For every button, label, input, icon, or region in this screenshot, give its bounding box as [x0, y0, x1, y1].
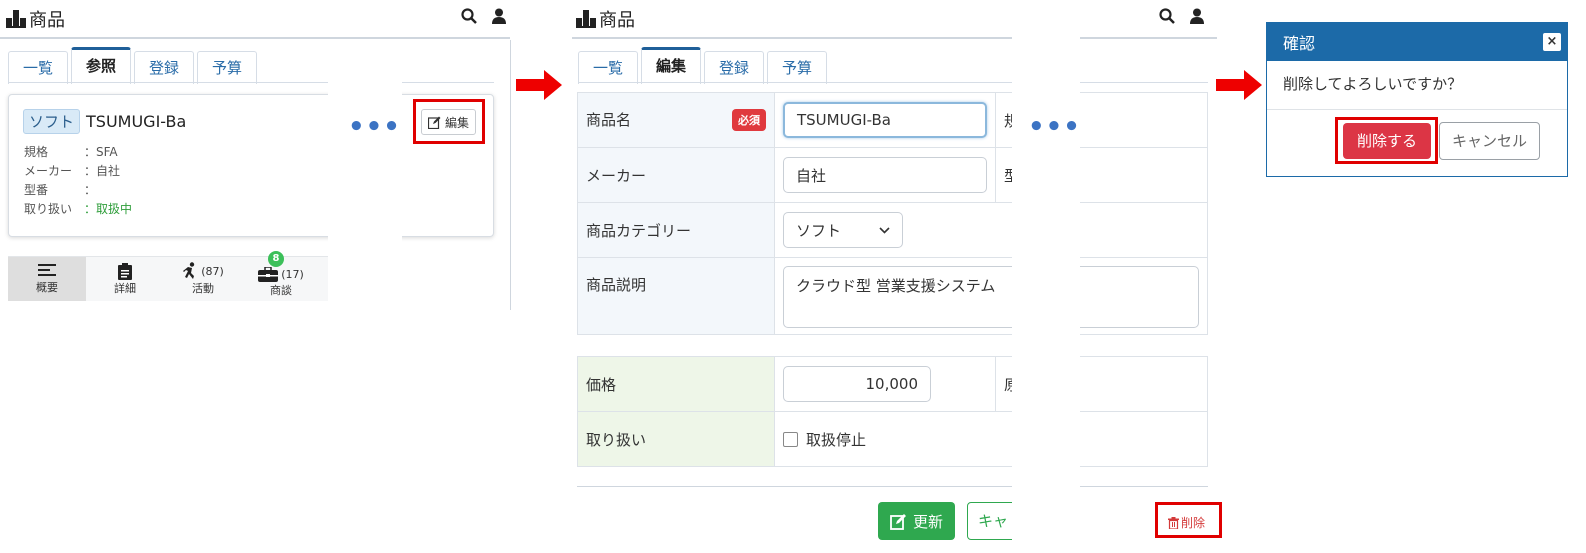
ellipsis-indicator: ••• [348, 112, 401, 142]
page-title: 商品 [599, 10, 635, 31]
price-input[interactable]: 10,000 [783, 366, 931, 402]
tab-budget[interactable]: 予算 [197, 51, 258, 84]
cut-gap [328, 44, 402, 314]
user-icon[interactable] [1189, 8, 1205, 24]
product-logo-icon [6, 10, 26, 28]
attr-key: 型番 [24, 183, 49, 197]
cut-gap [1012, 0, 1080, 553]
header-divider [0, 37, 510, 39]
price-form-table: 価格 10,000 原 取り扱い 取扱停止 [577, 356, 1208, 467]
deals-count: (17) [281, 267, 304, 281]
update-button-label: 更新 [913, 512, 944, 531]
search-icon[interactable] [1159, 8, 1175, 24]
dialog-divider [1267, 109, 1567, 110]
ellipsis-indicator: ••• [1028, 112, 1081, 142]
edit-icon [890, 513, 906, 530]
panel2-tabs: 一覧 編集 登録 予算 [578, 47, 828, 84]
edit-form-table: 商品名必須 TSUMUGI-Ba 規 メーカー 自社 型 商品カテゴリー ソフト… [577, 92, 1208, 335]
highlight-delete [1155, 502, 1222, 538]
tabs-divider [8, 82, 494, 83]
nav-deals-label: 商談 [270, 283, 292, 297]
attr-key: 規格 [24, 145, 49, 159]
deals-badge: 8 [268, 251, 284, 267]
user-icon[interactable] [491, 8, 507, 24]
handling-checkbox-label: 取扱停止 [806, 430, 867, 449]
panel1-right-border [510, 40, 511, 310]
panel1-header: 商品 [6, 6, 65, 32]
panel1-tabs: 一覧 参照 登録 予算 [8, 47, 258, 84]
description-textarea[interactable]: クラウド型 営業支援システム [783, 266, 1199, 328]
highlight-edit [413, 99, 485, 144]
product-name: TSUMUGI-Ba [86, 112, 187, 131]
product-name-input[interactable]: TSUMUGI-Ba [783, 102, 987, 138]
attr-key: メーカー [24, 164, 73, 178]
tab-register[interactable]: 登録 [134, 51, 195, 84]
handling-label: 取り扱い [586, 430, 647, 449]
bottom-nav: 概要 詳細 (87) 活動 8 (17) 商談 [8, 251, 328, 301]
tabs-divider [578, 82, 1208, 83]
category-label: 商品カテゴリー [586, 221, 692, 240]
category-select[interactable]: ソフト [783, 212, 903, 248]
clipboard-icon [118, 262, 132, 280]
tab-list[interactable]: 一覧 [8, 51, 69, 84]
panel2-header: 商品 [576, 6, 635, 32]
name-label: 商品名 [586, 111, 632, 129]
search-icon[interactable] [461, 8, 477, 24]
close-icon[interactable]: × [1543, 33, 1561, 51]
nav-activity-label: 活動 [192, 282, 214, 295]
nav-summary[interactable]: 概要 [8, 257, 86, 301]
required-badge: 必須 [732, 109, 766, 131]
attr-value: ： [84, 183, 97, 197]
dialog-cancel-button[interactable]: キャンセル [1439, 122, 1541, 160]
attr-value: ：自社 [84, 164, 121, 178]
price-label: 価格 [586, 375, 617, 394]
handling-checkbox[interactable] [783, 431, 798, 447]
header-divider [572, 37, 1217, 39]
attr-value: ：SFA [84, 145, 118, 159]
tab-edit[interactable]: 編集 [641, 47, 702, 84]
highlight-confirm-delete [1335, 117, 1438, 164]
footer-divider [577, 486, 1208, 487]
tab-list[interactable]: 一覧 [578, 51, 639, 84]
category-select-value: ソフト [796, 221, 842, 240]
nav-detail[interactable]: 詳細 [86, 257, 164, 301]
activity-count: (87) [201, 264, 224, 278]
dialog-title: 確認 [1283, 34, 1316, 53]
tab-register[interactable]: 登録 [704, 51, 765, 84]
dialog-message: 削除してよろしいですか？ [1283, 75, 1463, 93]
nav-summary-label: 概要 [36, 281, 58, 294]
status-value: ：取扱中 [84, 202, 133, 216]
nav-detail-label: 詳細 [114, 281, 136, 295]
running-person-icon [183, 262, 195, 279]
list-icon [38, 264, 56, 276]
maker-label: メーカー [586, 166, 647, 185]
update-button[interactable]: 更新 [878, 502, 956, 540]
product-attributes: 規格 ：SFA メーカー ：自社 型番 ： 取り扱い ：取扱中 [24, 143, 132, 219]
chevron-down-icon [879, 226, 890, 234]
product-logo-icon [576, 10, 596, 28]
arrow-right-icon [1216, 70, 1262, 100]
attr-key: 取り扱い [24, 202, 73, 216]
nav-deals[interactable]: 8 (17) 商談 [242, 251, 320, 301]
nav-activity[interactable]: (87) 活動 [164, 257, 242, 301]
tab-budget[interactable]: 予算 [767, 51, 828, 84]
dialog-header: 確認 × [1267, 23, 1567, 61]
page-title: 商品 [29, 10, 65, 31]
tab-view[interactable]: 参照 [71, 47, 132, 84]
arrow-right-icon [516, 70, 562, 100]
description-label: 商品説明 [586, 276, 647, 294]
briefcase-icon [258, 266, 279, 282]
maker-input[interactable]: 自社 [783, 157, 987, 193]
category-chip: ソフト [23, 109, 81, 134]
